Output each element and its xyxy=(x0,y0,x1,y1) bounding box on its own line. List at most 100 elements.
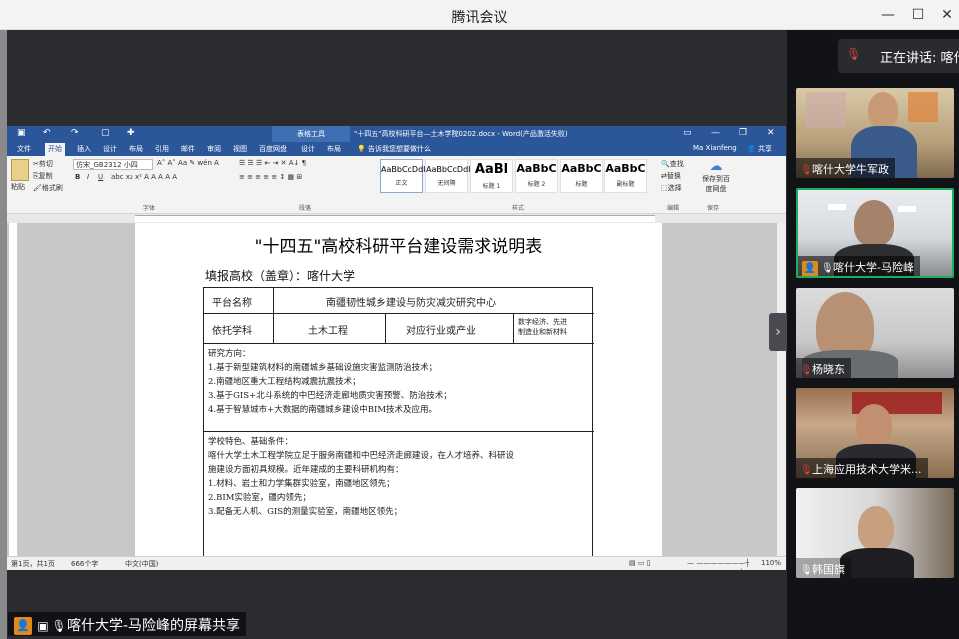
industry-value: 数字经济、先进 制造业和新材料 xyxy=(514,314,594,344)
paragraph-align-buttons[interactable]: ≡ ≡ ≡ ≡ ≡ ↕ ▦ ⊞ xyxy=(239,173,302,181)
style-subtitle[interactable]: AaBbC 副标题 xyxy=(604,159,647,193)
horizontal-ruler[interactable] xyxy=(7,214,786,223)
new-doc-icon[interactable]: ▢ xyxy=(101,128,110,138)
baidu-cloud-icon: ☁ xyxy=(709,159,723,174)
basis-line: 学校特色、基础条件： xyxy=(208,437,294,447)
participant-tile[interactable]: 🎙杨晓东 xyxy=(796,288,954,378)
tell-me-box[interactable]: 💡 告诉我您想要做什么 xyxy=(357,144,431,154)
document-page[interactable]: "十四五"高校科研平台建设需求说明表 填报高校（盖章）：喀什大学 平台名称 南疆… xyxy=(135,223,662,559)
bold-button[interactable]: B xyxy=(75,173,80,181)
tab-references[interactable]: 引用 xyxy=(155,144,169,154)
participant-tile[interactable]: 🎙喀什大学牛军政 xyxy=(796,88,954,178)
paste-label[interactable]: 粘贴 xyxy=(11,182,25,192)
status-words[interactable]: 666个字 xyxy=(71,559,98,569)
replace-button[interactable]: ⇄替换 xyxy=(661,171,681,181)
participant-face xyxy=(854,200,894,246)
tab-layout[interactable]: 布局 xyxy=(129,144,143,154)
participant-name: 杨晓东 xyxy=(812,363,845,376)
minimize-button[interactable]: — xyxy=(876,4,900,26)
copy-button[interactable]: ⎘复制 xyxy=(33,171,53,181)
format-painter-button[interactable]: 🖌格式刷 xyxy=(33,183,63,193)
cut-button[interactable]: ✂剪切 xyxy=(33,159,53,169)
word-close-icon[interactable]: ✕ xyxy=(767,128,775,138)
status-language[interactable]: 中文(中国) xyxy=(125,559,158,569)
wall-poster xyxy=(806,92,846,128)
tab-table-layout[interactable]: 布局 xyxy=(327,144,341,154)
word-doc-title: "十四五"高校科研平台—土木学院0202.docx - Word(产品激活失败) xyxy=(354,130,568,138)
maximize-button[interactable]: ☐ xyxy=(906,4,930,26)
style-no-spacing-name: 无间隔 xyxy=(437,180,456,187)
find-button[interactable]: 🔍查找 xyxy=(661,159,684,169)
ribbon-display-icon[interactable]: ▭ xyxy=(683,128,692,138)
view-mode-icons[interactable]: ▤ ▭ ▯ xyxy=(629,559,651,567)
participant-tile[interactable]: 🎙韩国旗 xyxy=(796,488,954,578)
style-heading-1-sample: AaBl xyxy=(474,162,509,177)
quick-access-icon[interactable]: ✚ xyxy=(127,128,135,138)
style-normal[interactable]: AaBbCcDdI 正文 xyxy=(380,159,426,193)
app-titlebar: 腾讯会议 — ☐ ✕ xyxy=(0,0,959,30)
tab-review[interactable]: 审阅 xyxy=(207,144,221,154)
screen-share-icon: ▣ xyxy=(37,619,49,633)
share-button[interactable]: 👤 共享 xyxy=(747,144,772,154)
word-restore-icon[interactable]: ❐ xyxy=(739,128,747,138)
participant-tile[interactable]: 👤 🎙喀什大学-马险峰 xyxy=(796,188,954,278)
tab-mailings[interactable]: 邮件 xyxy=(181,144,195,154)
remote-desktop-edge xyxy=(0,30,7,639)
tab-baidu-netdisk[interactable]: 百度网盘 xyxy=(259,144,287,154)
font-name-select[interactable]: 仿宋_GB2312 小四 xyxy=(73,159,153,170)
word-ribbon: 粘贴 ✂剪切 ⎘复制 🖌格式刷 仿宋_GB2312 小四 A˄ A˅ Aa ✎ … xyxy=(7,156,786,214)
underline-button[interactable]: U xyxy=(98,173,103,181)
group-styles-label: 样式 xyxy=(512,205,525,212)
close-button[interactable]: ✕ xyxy=(935,4,959,26)
participant-nametag: 👤 🎙喀什大学-马险峰 xyxy=(798,256,920,276)
mic-muted-icon: 🎙 xyxy=(800,165,813,176)
select-button[interactable]: ⬚选择 xyxy=(661,183,682,193)
font-effects-buttons[interactable]: abc x₂ x² A A A A A xyxy=(111,173,177,181)
group-editing-label: 编辑 xyxy=(667,205,680,212)
undo-icon[interactable]: ↶ xyxy=(43,128,51,138)
mic-icon: 🎙 xyxy=(51,619,67,633)
italic-button[interactable]: I xyxy=(87,173,89,181)
save-baidu-button[interactable]: ☁ 保存到百度网盘 xyxy=(701,159,731,194)
share-label: 共享 xyxy=(757,145,772,153)
basis-line: 喀什大学土木工程学院立足于服务南疆和中巴经济走廊建设，在人才培养、科研设 xyxy=(208,451,515,461)
document-canvas: "十四五"高校科研平台建设需求说明表 填报高校（盖章）：喀什大学 平台名称 南疆… xyxy=(7,223,786,559)
participant-nametag: 🎙韩国旗 xyxy=(796,558,851,578)
host-avatar-icon: 👤 xyxy=(802,261,818,276)
presenter-avatar-icon: 👤 xyxy=(14,617,32,635)
style-heading-1[interactable]: AaBl 标题 1 xyxy=(470,159,513,193)
presenter-name: 喀什大学-马险峰的屏幕共享 xyxy=(67,618,241,634)
status-page[interactable]: 第1页，共1页 xyxy=(11,559,55,569)
status-zoom[interactable]: 110% xyxy=(761,559,781,567)
tab-home[interactable]: 开始 xyxy=(45,143,65,156)
participant-nametag: 🎙上海应用技术大学米... xyxy=(796,458,928,478)
paste-icon[interactable] xyxy=(11,159,29,181)
chevron-right-icon[interactable]: › xyxy=(769,313,787,351)
copy-label: 复制 xyxy=(38,172,53,180)
tab-design[interactable]: 设计 xyxy=(103,144,117,154)
screen-share-area: ▣ ↶ ↷ ▢ ✚ 表格工具 "十四五"高校科研平台—土木学院0202.docx… xyxy=(0,30,787,639)
vertical-ruler[interactable] xyxy=(9,223,18,556)
tab-file[interactable]: 文件 xyxy=(17,144,31,154)
style-no-spacing[interactable]: AaBbCcDdI 无间隔 xyxy=(425,159,471,193)
redo-icon[interactable]: ↷ xyxy=(71,128,79,138)
participant-tile[interactable]: 🎙上海应用技术大学米... xyxy=(796,388,954,478)
paragraph-list-buttons[interactable]: ☰ ☰ ☰ ⇤ ⇥ ✕ A↓ ¶ xyxy=(239,159,306,167)
vertical-scrollbar[interactable] xyxy=(777,223,786,556)
research-directions-cell: 研究方向： 1.基于新型建筑材料的南疆城乡基础设施灾害监测防治技术； 2.南疆地… xyxy=(204,344,594,432)
tab-view[interactable]: 视图 xyxy=(233,144,247,154)
tab-insert[interactable]: 插入 xyxy=(77,144,91,154)
word-ribbon-tabs: 文件 开始 插入 设计 布局 引用 邮件 审阅 视图 百度网盘 设计 布局 💡 … xyxy=(7,142,786,156)
word-minimize-icon[interactable]: — xyxy=(711,128,720,138)
industry-label: 对应行业或产业 xyxy=(386,314,514,344)
tab-table-design[interactable]: 设计 xyxy=(301,144,315,154)
style-subtitle-sample: AaBbC xyxy=(605,162,646,175)
style-subtitle-name: 副标题 xyxy=(616,181,635,188)
font-size-buttons[interactable]: A˄ A˅ Aa ✎ wén A xyxy=(157,159,219,167)
style-title[interactable]: AaBbC 标题 xyxy=(560,159,603,193)
font-name-value: 仿宋_GB2312 xyxy=(76,161,122,169)
style-heading-2[interactable]: AaBbC 标题 2 xyxy=(515,159,558,193)
wall-poster xyxy=(908,92,938,122)
save-icon[interactable]: ▣ xyxy=(17,128,26,138)
fill-institution-line: 填报高校（盖章）：喀什大学 xyxy=(205,269,356,283)
